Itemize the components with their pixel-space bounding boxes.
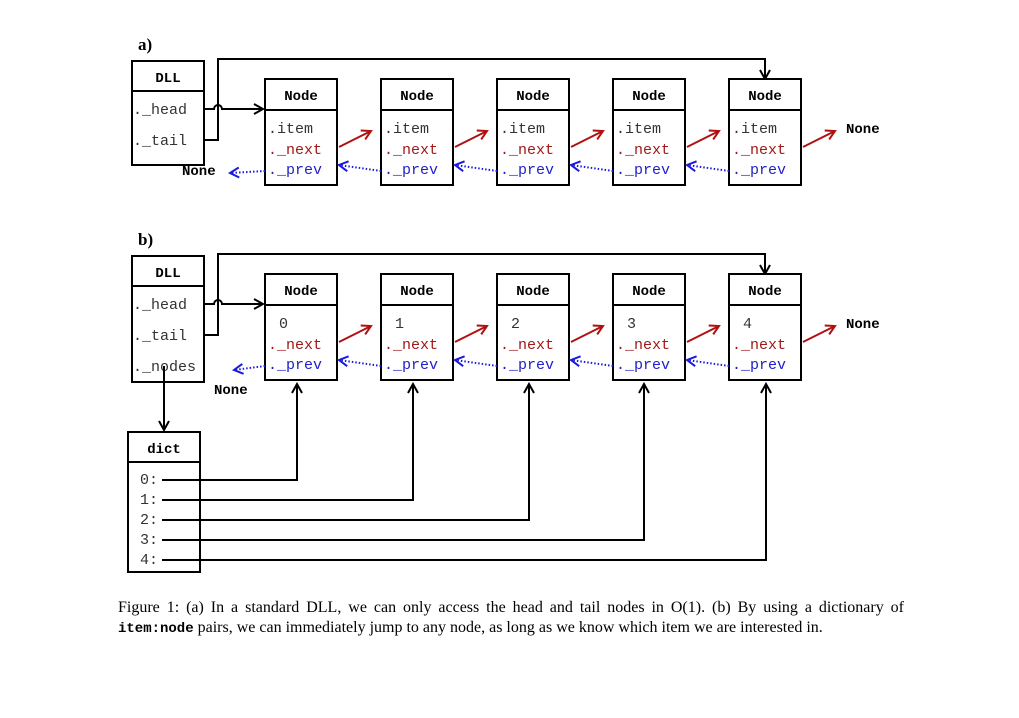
- panel_b-node-item-4: 4: [743, 316, 752, 333]
- caption-code: item:node: [118, 621, 194, 637]
- panel_a-head-arrow: [204, 105, 263, 109]
- panel_b-node-item-3: 3: [627, 316, 636, 333]
- dict-key-2: 2:: [140, 512, 158, 529]
- panel_b-node-title-1: Node: [400, 284, 434, 300]
- panel_b-prev-arrow-1: [339, 360, 382, 366]
- panel_a-prev-arrow-3: [571, 165, 614, 171]
- panel_a-node-item-2: .item: [500, 121, 545, 138]
- panel_a-node-item-3: .item: [616, 121, 661, 138]
- panel_b-next-arrow-2: [570, 326, 603, 343]
- panel_a-node-item-4: .item: [732, 121, 777, 138]
- dict-title: dict: [147, 442, 181, 458]
- panel_b-prev-arrow-2: [455, 360, 498, 366]
- panel_b-prev-arrow-0: [234, 366, 266, 370]
- panel_a-node-title-0: Node: [284, 89, 318, 105]
- panel_b-dll-field-tail: ._tail: [133, 328, 187, 345]
- panel_a-node-next-4: ._next: [732, 142, 786, 159]
- panel_a-label: a): [138, 35, 152, 54]
- panel_a-next-arrow-4: [802, 131, 835, 148]
- panel_b-next-arrow-4: [802, 326, 835, 343]
- panel_a-node-next-3: ._next: [616, 142, 670, 159]
- panel_a-node-item-1: .item: [384, 121, 429, 138]
- panel_a-node-prev-1: ._prev: [384, 162, 438, 179]
- panel_b-node-title-2: Node: [516, 284, 550, 300]
- panel_b-next-arrow-3: [686, 326, 719, 343]
- panel_a-prev-arrow-0: [230, 171, 266, 173]
- panel_b-node-prev-4: ._prev: [732, 357, 786, 374]
- panel_b-node-next-0: ._next: [268, 337, 322, 354]
- panel_b-node-next-2: ._next: [500, 337, 554, 354]
- dict-key-1: 1:: [140, 492, 158, 509]
- panel_a-node-next-0: ._next: [268, 142, 322, 159]
- dict-key-3: 3:: [140, 532, 158, 549]
- panel_a-prev-arrow-1: [339, 165, 382, 171]
- panel_a-dll-field-head: ._head: [133, 102, 187, 119]
- panel_a-next-arrow-1: [454, 131, 487, 148]
- panel_a-node-next-2: ._next: [500, 142, 554, 159]
- dict-pointer-4: [162, 384, 766, 561]
- panel_b-dll-field-head: ._head: [133, 297, 187, 314]
- panel_b-node-next-1: ._next: [384, 337, 438, 354]
- panel_a-node-item-0: .item: [268, 121, 313, 138]
- panel_b-node-title-3: Node: [632, 284, 666, 300]
- panel_b-node-prev-3: ._prev: [616, 357, 670, 374]
- panel_a-node-title-2: Node: [516, 89, 550, 105]
- panel_a-prev-arrow-4: [687, 165, 730, 171]
- panel_a-node-next-1: ._next: [384, 142, 438, 159]
- panel_b-label: b): [138, 230, 153, 249]
- panel_b-next-arrow-0: [338, 326, 371, 343]
- panel_b-none-right: None: [846, 317, 880, 333]
- panel_a-node-prev-3: ._prev: [616, 162, 670, 179]
- panel_b-prev-arrow-3: [571, 360, 614, 366]
- caption-text-1: Figure 1: (a) In a standard DLL, we can …: [118, 599, 904, 616]
- caption-text-2: pairs, we can immediately jump to any no…: [193, 619, 823, 636]
- panel_a-node-title-3: Node: [632, 89, 666, 105]
- panel_a-prev-arrow-2: [455, 165, 498, 171]
- panel_a-node-prev-2: ._prev: [500, 162, 554, 179]
- panel_a-none-right: None: [846, 122, 880, 138]
- panel_b-node-title-4: Node: [748, 284, 782, 300]
- panel_a-node-title-4: Node: [748, 89, 782, 105]
- panel_b-node-prev-0: ._prev: [268, 357, 322, 374]
- panel_b-dll-title: DLL: [155, 266, 180, 282]
- dict-key-0: 0:: [140, 472, 158, 489]
- panel_b-prev-arrow-4: [687, 360, 730, 366]
- panel_b-none-left: None: [214, 383, 248, 399]
- panel_a-none-left: None: [182, 164, 216, 180]
- panel_b-node-prev-2: ._prev: [500, 357, 554, 374]
- dict-pointer-3: [162, 384, 644, 541]
- panel_a-node-prev-4: ._prev: [732, 162, 786, 179]
- panel_b-node-next-4: ._next: [732, 337, 786, 354]
- panel_a-next-arrow-2: [570, 131, 603, 148]
- panel_b-node-item-1: 1: [395, 316, 404, 333]
- dict-key-4: 4:: [140, 552, 158, 569]
- panel_a-node-prev-0: ._prev: [268, 162, 322, 179]
- panel_b-node-prev-1: ._prev: [384, 357, 438, 374]
- panel_b-node-title-0: Node: [284, 284, 318, 300]
- panel_a-dll-field-tail: ._tail: [133, 133, 187, 150]
- panel_b-node-item-0: 0: [279, 316, 288, 333]
- panel_b-node-item-2: 2: [511, 316, 520, 333]
- panel_b-next-arrow-1: [454, 326, 487, 343]
- panel_a-node-title-1: Node: [400, 89, 434, 105]
- panel_b-node-next-3: ._next: [616, 337, 670, 354]
- panel_a-next-arrow-0: [338, 131, 371, 148]
- panel_a-next-arrow-3: [686, 131, 719, 148]
- panel_b-head-arrow: [204, 300, 263, 304]
- figure-caption: Figure 1: (a) In a standard DLL, we can …: [118, 598, 904, 639]
- panel_a-dll-title: DLL: [155, 71, 180, 87]
